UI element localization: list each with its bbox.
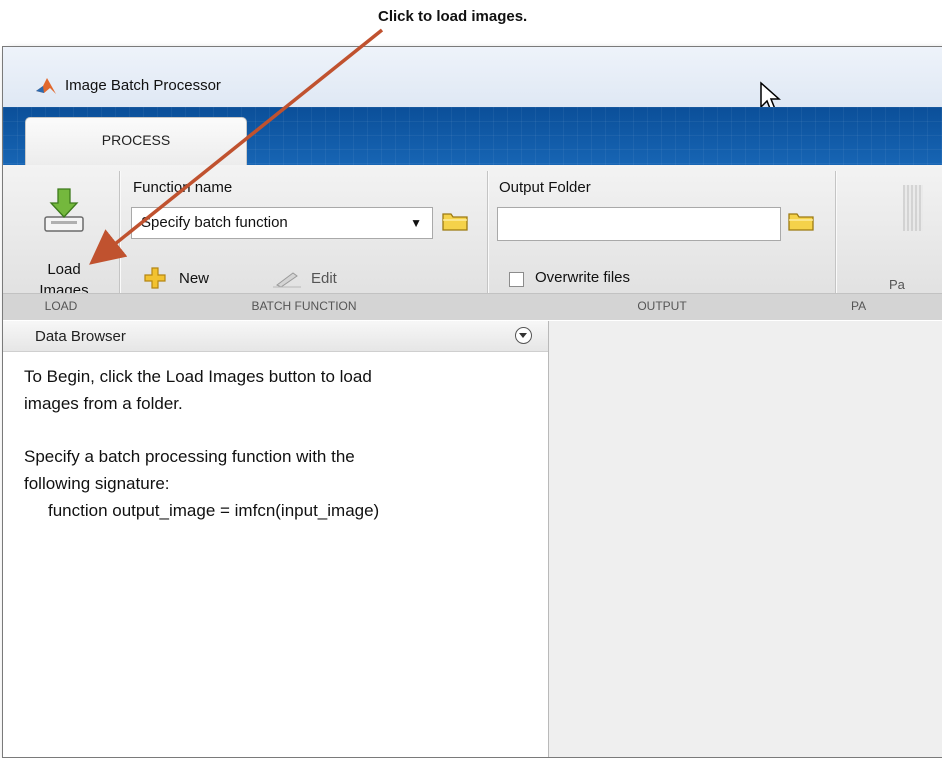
batch-function-dropdown[interactable]: Specify batch function ▼ <box>131 207 433 239</box>
partial-section-label: Pa <box>889 277 905 292</box>
chevron-down-icon: ▼ <box>410 216 422 230</box>
tab-strip: PROCESS <box>3 107 942 166</box>
overwrite-files-label: Overwrite files <box>535 269 631 286</box>
section-output-label: OUTPUT <box>637 299 687 313</box>
parallel-icon <box>903 185 923 231</box>
edit-function-button[interactable]: Edit <box>271 264 361 292</box>
new-label: New <box>179 270 210 287</box>
new-function-button[interactable]: New <box>137 264 247 292</box>
function-signature: function output_image = imfcn(input_imag… <box>48 501 380 520</box>
instruction-line: To Begin, click the Load Images button t… <box>24 367 372 386</box>
batch-function-value: Specify batch function <box>141 214 288 231</box>
section-partial-label: PA <box>851 299 867 313</box>
edit-label: Edit <box>311 270 337 287</box>
window-title: Image Batch Processor <box>65 77 221 94</box>
load-images-button[interactable]: Load Images <box>25 179 103 299</box>
output-folder-input[interactable] <box>497 207 781 241</box>
tab-process[interactable]: PROCESS <box>25 117 247 166</box>
pencil-icon <box>273 272 301 288</box>
app-window: Image Batch Processor PROCESS Load Image… <box>2 46 942 758</box>
plus-icon <box>144 267 166 289</box>
browse-function-folder-icon[interactable] <box>441 209 469 233</box>
output-folder-header: Output Folder <box>499 179 591 196</box>
data-browser-title: Data Browser <box>35 328 126 345</box>
data-browser-header: Data Browser <box>3 321 548 352</box>
title-bar: Image Batch Processor <box>3 47 942 113</box>
panel-menu-icon[interactable] <box>515 327 532 344</box>
section-batch-function-label: BATCH FUNCTION <box>251 299 357 313</box>
data-browser-instructions: To Begin, click the Load Images button t… <box>24 363 544 524</box>
data-browser-panel: Data Browser To Begin, click the Load Im… <box>3 321 549 757</box>
callout-text: Click to load images. <box>378 8 528 25</box>
ribbon-toolstrip: Load Images Function name Specify batch … <box>3 165 942 320</box>
image-view-pane <box>549 321 942 757</box>
matlab-logo-icon <box>36 78 56 94</box>
tab-process-label: PROCESS <box>101 132 171 148</box>
browse-output-folder-icon[interactable] <box>787 209 815 233</box>
function-name-header: Function name <box>133 179 233 196</box>
instruction-line: Specify a batch processing function with… <box>24 447 355 466</box>
load-images-icon <box>44 188 84 232</box>
section-load-label: LOAD <box>44 299 78 313</box>
instruction-line: following signature: <box>24 474 170 493</box>
instruction-line: images from a folder. <box>24 394 183 413</box>
checkbox-box[interactable] <box>509 272 524 287</box>
